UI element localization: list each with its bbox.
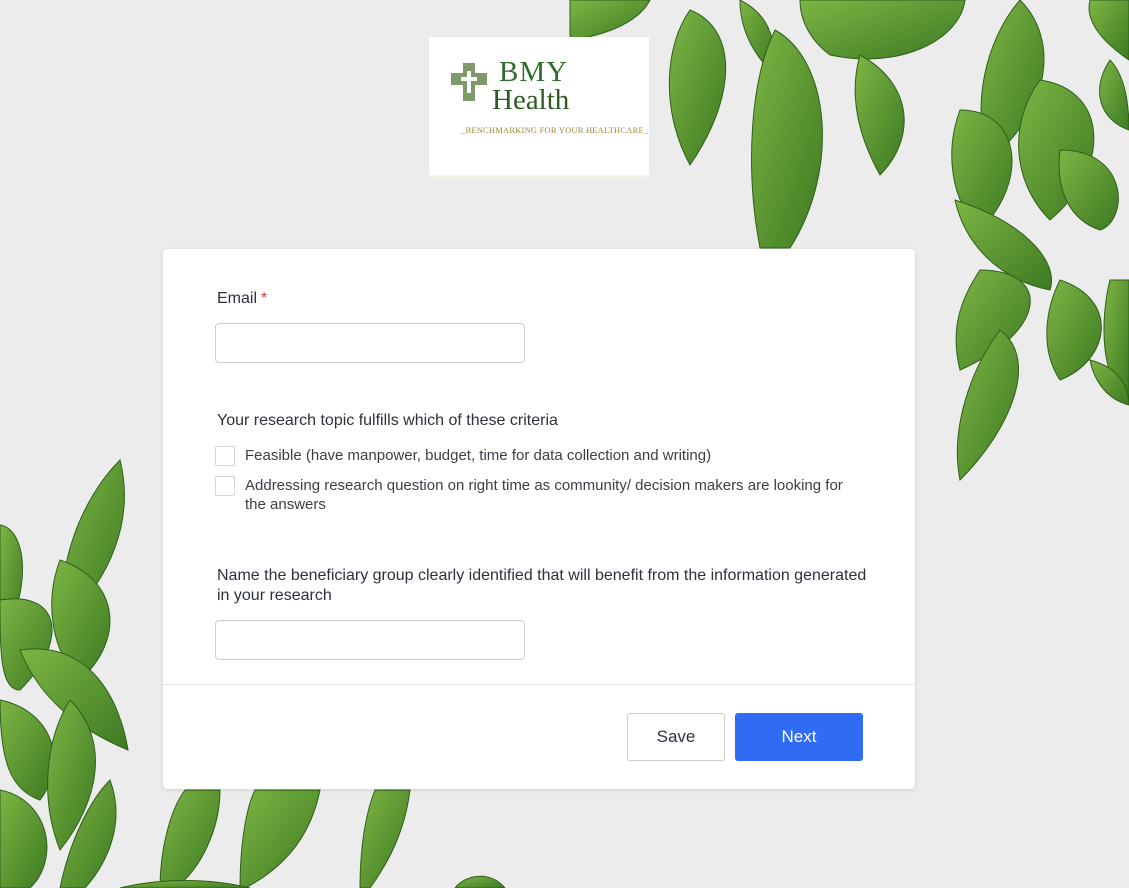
form-card: Email * Your research topic fulfills whic… xyxy=(163,249,915,789)
email-label: Email * xyxy=(217,289,267,309)
criteria-checkbox-timely[interactable] xyxy=(215,476,235,496)
email-label-text: Email xyxy=(217,290,258,307)
bmy-health-logo: BMY Health _BENCHMARKING FOR YOUR HEALTH… xyxy=(429,37,649,177)
logo-health-text: Health xyxy=(492,84,570,116)
beneficiary-input[interactable] xyxy=(215,620,525,660)
email-input[interactable] xyxy=(215,323,525,363)
footer-divider xyxy=(163,684,915,685)
criteria-option-feasible: Feasible (have manpower, budget, time fo… xyxy=(245,447,712,464)
logo-tagline: _BENCHMARKING FOR YOUR HEALTHCARE_ xyxy=(461,125,649,135)
medical-cross-icon xyxy=(451,63,487,101)
logo-band xyxy=(429,175,649,177)
criteria-option-timely: Addressing research question on right ti… xyxy=(245,477,843,513)
beneficiary-label: Name the beneficiary group clearly ident… xyxy=(217,567,867,604)
logo-bmy-text: BMY xyxy=(499,56,569,88)
next-button[interactable]: Next xyxy=(735,713,863,761)
save-button[interactable]: Save xyxy=(627,713,725,761)
criteria-checkbox-feasible[interactable] xyxy=(215,446,235,466)
criteria-label: Your research topic fulfills which of th… xyxy=(217,412,558,429)
required-mark: * xyxy=(261,290,268,307)
